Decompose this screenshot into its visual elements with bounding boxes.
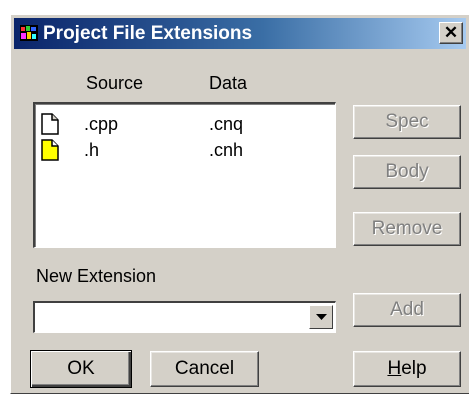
source-column-header: Source xyxy=(86,73,144,93)
spec-button[interactable]: Spec xyxy=(353,105,461,139)
help-label-rest: elp xyxy=(401,358,427,379)
close-icon: ✕ xyxy=(443,23,459,42)
header-document-icon xyxy=(41,139,59,161)
add-button[interactable]: Add xyxy=(353,293,461,327)
project-file-extensions-dialog: Project File Extensions ✕ Source Data .c… xyxy=(10,14,469,394)
window-title: Project File Extensions xyxy=(43,23,253,44)
list-item-data: .cnh xyxy=(209,140,244,160)
extensions-list[interactable]: .cpp .cnq .h .cnh xyxy=(33,102,336,248)
list-item-data: .cnq xyxy=(209,114,244,134)
ok-button[interactable]: OK xyxy=(30,350,132,388)
list-item-source: .cpp xyxy=(84,114,119,134)
cancel-button[interactable]: Cancel xyxy=(150,351,259,387)
list-item[interactable]: .h .cnh xyxy=(39,138,329,162)
dropdown-button[interactable] xyxy=(309,305,333,329)
help-button[interactable]: Help xyxy=(353,351,461,387)
body-button[interactable]: Body xyxy=(353,155,461,189)
list-item[interactable]: .cpp .cnq xyxy=(39,112,329,136)
new-extension-label: New Extension xyxy=(36,266,157,286)
close-button[interactable]: ✕ xyxy=(439,22,463,44)
chevron-down-icon xyxy=(316,314,327,320)
app-icon xyxy=(20,25,38,41)
title-bar[interactable]: Project File Extensions ✕ xyxy=(14,18,466,49)
new-extension-combobox[interactable] xyxy=(33,301,336,333)
document-icon xyxy=(41,113,59,135)
help-accelerator: H xyxy=(387,358,402,379)
list-item-source: .h xyxy=(84,140,100,160)
remove-button[interactable]: Remove xyxy=(353,212,461,246)
data-column-header: Data xyxy=(209,73,248,93)
